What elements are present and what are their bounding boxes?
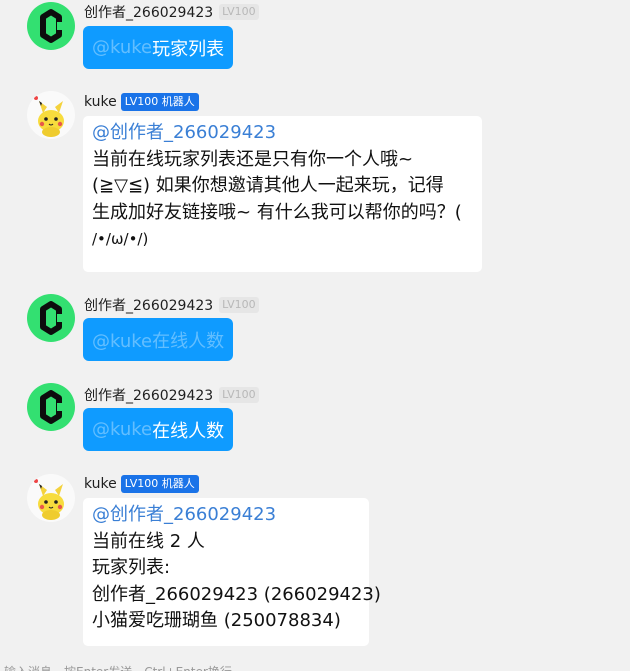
message-text: @kuke在线人数 [92,330,225,352]
pikachu-avatar-icon [34,479,64,520]
sender-name[interactable]: kuke [84,94,117,110]
message-line: (≧▽≦) 如果你想邀请其他人一起来玩，记得 [92,175,444,196]
pikachu-avatar-icon [34,96,64,137]
level-badge: LV100 [219,4,259,20]
mention-text[interactable]: @kuke [92,37,152,58]
message-bubble: @创作者_266029423 当前在线 2 人 玩家列表: 创作者_266029… [83,498,381,646]
level-badge: LV100 [219,387,259,403]
bot-level-badge: LV100 机器人 [120,93,199,111]
mention-text[interactable]: @kuke [92,419,152,440]
sender-name[interactable]: 创作者_266029423 [84,295,213,315]
mention-text[interactable]: @创作者_266029423 [92,502,360,529]
bot-avatar[interactable] [27,91,75,139]
message-line: 生成加好友链接哦~ 有什么我可以帮你的吗？( [92,201,462,223]
sender-name[interactable]: 创作者_266029423 [84,385,213,405]
sender-name[interactable]: 创作者_266029423 [84,2,213,22]
message-text: 玩家列表 [152,38,225,60]
creator-avatar[interactable] [27,383,75,431]
message-bubble: @kuke 玩家列表 [83,26,234,69]
sender-name[interactable]: kuke [84,476,117,492]
creator-logo-icon [40,301,65,335]
message-line: /•/ω/•/) [92,230,149,248]
creator-avatar[interactable] [27,2,75,50]
message-line: 当前在线 2 人 [92,530,205,552]
creator-avatar[interactable] [27,294,75,342]
creator-logo-icon [40,9,65,43]
creator-logo-icon [40,390,65,424]
message-line: 小猫爱吃珊瑚鱼 (250078834) [92,610,341,631]
message-input-hint[interactable]: 输入消息，按Enter发送，Ctrl+Enter换行 [0,661,630,671]
message-bubble: @kuke在线人数 [83,318,234,361]
level-badge: LV100 [219,297,259,313]
message-line: 玩家列表: [92,557,171,578]
message-bubble: @kuke 在线人数 [83,408,234,451]
bot-level-badge: LV100 机器人 [120,475,199,493]
message-line: 创作者_266029423 (266029423) [92,583,381,605]
message-text: 在线人数 [152,420,225,442]
mention-text[interactable]: @创作者_266029423 [92,120,473,147]
message-bubble: @创作者_266029423 当前在线玩家列表还是只有你一个人哦~ (≧▽≦) … [83,116,482,272]
bot-avatar[interactable] [27,474,75,522]
message-line: 当前在线玩家列表还是只有你一个人哦~ [92,148,414,170]
